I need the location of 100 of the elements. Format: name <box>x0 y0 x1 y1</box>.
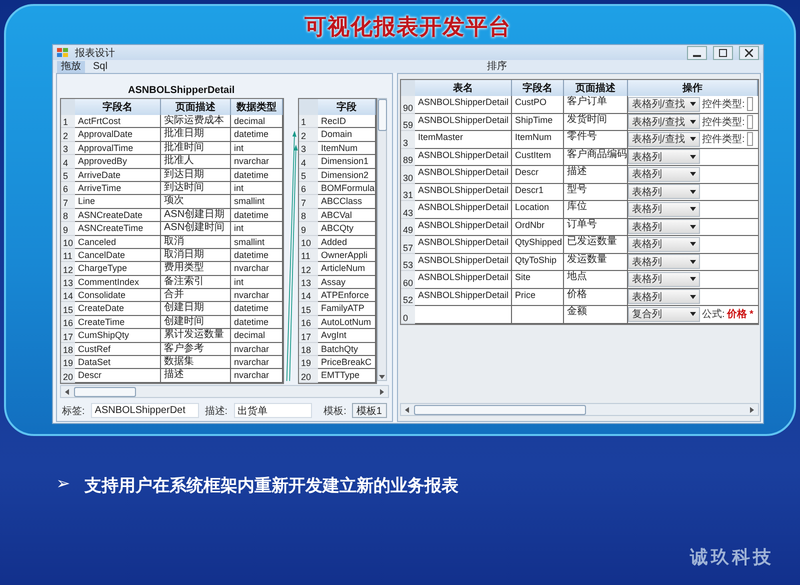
row-number: 15 <box>61 302 75 316</box>
row-number: 4 <box>299 155 318 169</box>
row-number: 10 <box>299 236 318 249</box>
table-cell: ASNBOLShipperDetail <box>415 114 512 131</box>
table-cell: EMTType <box>318 369 376 383</box>
row-number: 15 <box>299 302 318 316</box>
table-cell: Consolidate <box>75 289 161 302</box>
column-type-dropdown[interactable]: 表格列 <box>628 272 700 287</box>
caret-icon <box>690 242 696 246</box>
description-caption: 描述: <box>204 404 228 418</box>
table-cell: ApprovalTime <box>75 142 161 156</box>
table-cell: AutoLotNum <box>318 316 376 330</box>
row-number: 5 <box>299 168 318 182</box>
scroll-arrow-icon[interactable] <box>379 388 385 394</box>
column-type-dropdown[interactable]: 复合列 <box>628 306 700 322</box>
column-type-dropdown[interactable]: 表格列 <box>628 184 700 200</box>
table-cell: BatchQty <box>318 342 376 356</box>
table-corner <box>401 80 415 96</box>
row-number: 43 <box>401 201 415 218</box>
menu-item[interactable]: 排序 <box>483 60 511 72</box>
table-cell: FamilyATP <box>318 302 376 316</box>
label-field[interactable]: ASNBOLShipperDet <box>90 403 199 418</box>
scroll-thumb[interactable] <box>378 99 386 131</box>
table-corner <box>61 99 75 115</box>
column-type-dropdown[interactable]: 表格列/查找 <box>628 96 700 112</box>
scroll-arrow-icon[interactable] <box>64 388 70 394</box>
table-cell: AvgInt <box>318 329 376 343</box>
scroll-arrow-icon[interactable] <box>404 406 410 412</box>
window-title: 报表设计 <box>75 46 116 60</box>
scroll-arrow-icon[interactable] <box>379 374 385 380</box>
row-number: 6 <box>299 182 318 196</box>
tab[interactable]: 拖放 <box>57 60 85 72</box>
row-number: 16 <box>61 316 75 330</box>
close-button[interactable] <box>739 46 759 60</box>
row-number: 0 <box>401 306 415 324</box>
column-type-dropdown[interactable]: 表格列 <box>628 289 700 304</box>
column-header: 页面描述 <box>564 80 628 96</box>
table-cell: 创建时间 <box>161 316 231 330</box>
table-cell: decimal <box>231 329 283 343</box>
row-number: 30 <box>401 166 415 184</box>
vertical-scrollbar[interactable] <box>377 98 387 381</box>
table-cell: Canceled <box>75 236 161 249</box>
bullet-text: 支持用户在系统框架内重新开发建立新的业务报表 <box>84 475 458 497</box>
control-type-label: 控件类型: <box>702 132 745 146</box>
table-cell: DataSet <box>75 356 161 370</box>
row-number: 1 <box>299 115 318 128</box>
table-cell: Added <box>318 236 376 249</box>
table-title: ASNBOLShipperDetail <box>128 85 236 97</box>
table-cell: RecID <box>318 115 376 128</box>
table-cell: Assay <box>318 276 376 290</box>
row-number: 31 <box>401 184 415 201</box>
row-number: 14 <box>61 289 75 302</box>
table-cell: ApprovedBy <box>75 155 161 169</box>
table-cell: CustRef <box>75 342 161 356</box>
column-header: 表名 <box>415 80 512 96</box>
table-cell: ASN创建日期 <box>161 208 231 222</box>
table-cell: 批准人 <box>161 155 231 169</box>
column-header: 字段 <box>318 99 376 115</box>
horizontal-scrollbar[interactable] <box>60 385 389 398</box>
control-type-field[interactable] <box>746 114 753 129</box>
caret-icon <box>690 120 696 124</box>
table-cell: ASNBOLShipperDetail <box>415 254 512 271</box>
horizontal-scrollbar[interactable] <box>400 403 759 416</box>
bullet-icon: ➢ <box>56 474 70 497</box>
table-cell: Domain <box>318 128 376 142</box>
scroll-thumb[interactable] <box>414 404 586 414</box>
row-number: 57 <box>401 236 415 254</box>
table-cell: 取消 <box>161 236 231 249</box>
label-caption: 标签: <box>62 404 85 418</box>
minimize-button[interactable] <box>687 46 707 60</box>
table-cell: ASNBOLShipperDetail <box>415 166 512 184</box>
table-cell: nvarchar <box>231 289 283 302</box>
control-type-field[interactable] <box>746 97 753 112</box>
column-type-dropdown[interactable]: 表格列 <box>628 254 700 270</box>
control-type-label: 控件类型: <box>702 116 745 129</box>
description-field[interactable]: 出货单 <box>234 403 312 418</box>
column-type-dropdown[interactable]: 表格列 <box>628 219 700 234</box>
table-cell: int <box>231 182 283 196</box>
control-type-label: 控件类型: <box>702 98 745 112</box>
table-cell: int <box>231 142 283 156</box>
company-logo: 诚玖科技 <box>690 546 774 569</box>
column-type-dropdown[interactable]: 表格列 <box>628 236 700 252</box>
column-type-dropdown[interactable]: 表格列 <box>628 166 700 182</box>
table-cell: CustItem <box>512 148 564 166</box>
column-type-dropdown[interactable]: 表格列/查找 <box>628 132 700 147</box>
column-type-dropdown[interactable]: 表格列 <box>628 149 700 164</box>
scroll-thumb[interactable] <box>74 386 136 396</box>
row-number: 8 <box>299 208 318 222</box>
column-type-dropdown[interactable]: 表格列/查找 <box>628 114 700 130</box>
tab[interactable]: Sql <box>89 60 112 72</box>
control-type-field[interactable] <box>746 132 753 146</box>
table-cell: smallint <box>231 236 283 249</box>
table-cell: 累计发运数量 <box>161 329 231 343</box>
template-caption: 模板: <box>324 404 346 418</box>
maximize-button[interactable] <box>713 46 733 60</box>
scroll-arrow-icon[interactable] <box>749 406 755 412</box>
table-cell: nvarchar <box>231 155 283 169</box>
column-type-dropdown[interactable]: 表格列 <box>628 202 700 217</box>
row-number: 13 <box>61 276 75 290</box>
template-select[interactable]: 模板1 <box>352 403 387 418</box>
